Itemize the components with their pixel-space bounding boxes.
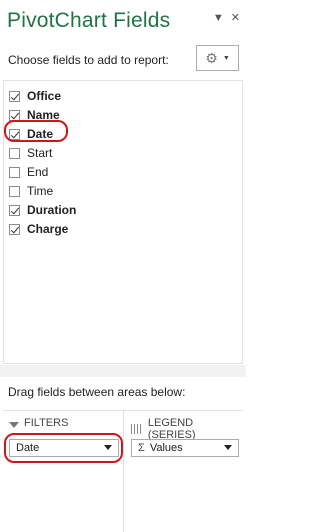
header-icons: ▼ ✕ — [213, 12, 240, 24]
field-office[interactable]: Office — [9, 87, 61, 105]
legend-area-header: LEGEND (SERIES) — [131, 417, 243, 441]
field-label: Time — [27, 184, 54, 198]
field-checkbox[interactable] — [9, 109, 20, 121]
field-label: Start — [27, 146, 53, 160]
drag-fields-label: Drag fields between areas below: — [8, 385, 186, 399]
filters-area-header: FILTERS — [9, 417, 68, 429]
choose-fields-label: Choose fields to add to report: — [8, 53, 169, 67]
field-checkbox[interactable] — [9, 223, 20, 235]
date-field-highlight — [4, 120, 68, 142]
gear-icon: ⚙ — [205, 49, 218, 66]
field-time[interactable]: Time — [9, 182, 53, 200]
pivot-areas: FILTERS LEGEND (SERIES) Date Σ Values — [3, 410, 243, 532]
field-label: Duration — [27, 203, 77, 217]
close-icon[interactable]: ✕ — [231, 12, 240, 24]
chevron-down-icon[interactable]: ▼ — [213, 12, 224, 24]
area-divider — [123, 411, 124, 532]
field-duration[interactable]: Duration — [9, 201, 76, 219]
filters-title: FILTERS — [24, 417, 69, 429]
legend-title: LEGEND (SERIES) — [147, 417, 196, 441]
filter-date-highlight — [4, 433, 123, 463]
sigma-icon: Σ — [138, 442, 145, 454]
field-label: Charge — [27, 222, 69, 236]
field-checkbox[interactable] — [9, 204, 20, 216]
pane-title: PivotChart Fields — [7, 9, 171, 32]
legend-field-label: Values — [149, 442, 183, 454]
legend-icon — [131, 424, 143, 434]
field-label: End — [27, 165, 49, 179]
tools-button[interactable]: ⚙ ▼ — [196, 45, 239, 71]
chevron-down-icon[interactable] — [224, 445, 232, 450]
chevron-down-icon: ▼ — [222, 54, 230, 62]
legend-field-values[interactable]: Σ Values — [131, 439, 239, 457]
field-checkbox[interactable] — [9, 166, 20, 178]
filter-icon — [9, 422, 19, 428]
field-checkbox[interactable] — [9, 185, 20, 197]
section-divider — [0, 365, 246, 377]
field-start[interactable]: Start — [9, 144, 52, 162]
field-end[interactable]: End — [9, 163, 48, 181]
field-checkbox[interactable] — [9, 147, 20, 159]
field-charge[interactable]: Charge — [9, 220, 68, 238]
field-label: Office — [27, 89, 62, 103]
field-checkbox[interactable] — [9, 90, 20, 102]
